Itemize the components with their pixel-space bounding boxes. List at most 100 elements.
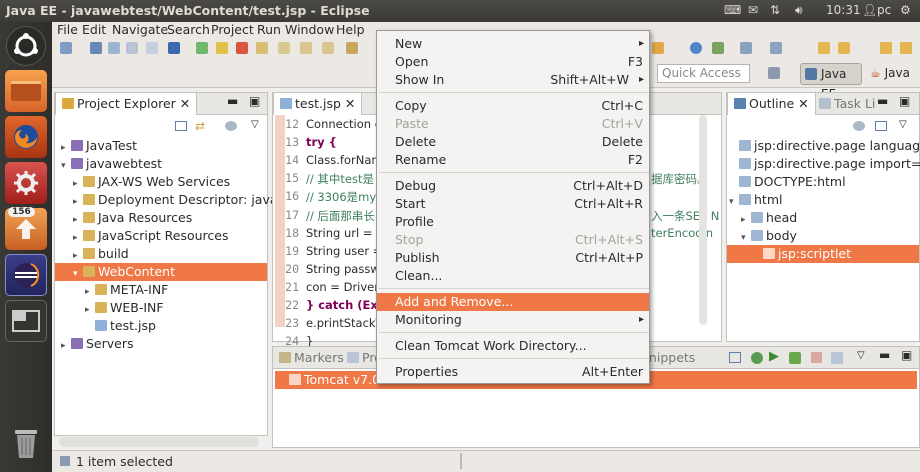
close-icon[interactable]: ✕ <box>798 96 808 111</box>
menu-file[interactable]: File <box>57 22 78 38</box>
profile-server-icon[interactable] <box>789 352 801 364</box>
menu-item-profile[interactable]: Profile <box>377 213 649 231</box>
back-icon[interactable] <box>818 42 830 54</box>
keyboard-icon[interactable]: ⌨ <box>724 3 741 17</box>
step-return-icon[interactable] <box>322 42 334 54</box>
menu-item-clean[interactable]: Clean... <box>377 267 649 285</box>
outline-filter-icon[interactable] <box>853 121 865 131</box>
eclipse-icon[interactable] <box>5 254 47 296</box>
tree-item[interactable]: ▸ Java Resources <box>55 209 267 227</box>
view-menu-icon[interactable]: ▽ <box>857 350 865 361</box>
new-icon[interactable] <box>60 42 72 54</box>
menu-edit[interactable]: Edit <box>82 22 106 38</box>
disconnect-icon[interactable] <box>256 42 268 54</box>
annotation-icon[interactable] <box>770 42 782 54</box>
open-type-icon[interactable] <box>712 42 724 54</box>
horizontal-scrollbar[interactable] <box>59 437 259 447</box>
tree-item[interactable]: ▸ Deployment Descriptor: javawebt <box>55 191 308 209</box>
step-into-icon[interactable] <box>278 42 290 54</box>
outline-item[interactable]: DOCTYPE:html <box>727 173 919 191</box>
workspace-switcher-icon[interactable] <box>5 300 47 342</box>
dash-home-icon[interactable] <box>6 26 46 66</box>
forward-icon[interactable] <box>880 42 892 54</box>
clock[interactable]: 10:31 <box>826 3 861 17</box>
view-menu-icon[interactable]: ▽ <box>899 119 907 130</box>
menu-project[interactable]: Project <box>211 22 254 38</box>
outline-item[interactable]: jsp:directive.page import=java <box>727 155 920 173</box>
link-with-editor-icon[interactable]: ⇄ <box>195 119 205 133</box>
outline-collapse-icon[interactable] <box>875 121 887 131</box>
menu-item-copy[interactable]: Copy Ctrl+C <box>377 97 649 115</box>
tree-item[interactable]: ▸ build <box>55 245 267 263</box>
tab-project-explorer[interactable]: Project Explorer ✕ <box>55 93 198 115</box>
menu-item-monitoring[interactable]: Monitoring ▸ <box>377 311 649 329</box>
menu-item-rename[interactable]: Rename F2 <box>377 151 649 169</box>
skip-breakpoints-icon[interactable] <box>168 42 180 54</box>
perspective-javaee-button[interactable]: Java EE <box>800 63 862 101</box>
tree-item[interactable]: ▸ JavaTest <box>55 137 267 155</box>
menu-item-show-in[interactable]: Show In Shift+Alt+W ▸ <box>377 71 649 89</box>
vertical-scrollbar[interactable] <box>699 115 707 325</box>
perspective-java-button[interactable]: ☕︎ Java <box>866 63 920 85</box>
search-icon[interactable] <box>652 42 664 54</box>
maximize-icon[interactable]: ▣ <box>901 348 912 362</box>
stop-server-icon[interactable] <box>811 352 822 363</box>
tab-outline[interactable]: Outline ✕ <box>727 93 816 115</box>
publish-icon[interactable] <box>831 352 843 364</box>
quick-access-input[interactable]: Quick Access <box>657 64 750 83</box>
last-edit-icon[interactable] <box>740 42 752 54</box>
menu-help[interactable]: Help <box>336 22 365 38</box>
mail-icon[interactable]: ✉ <box>748 3 758 17</box>
software-updater-icon[interactable]: 156 <box>5 207 47 250</box>
maximize-icon[interactable]: ▣ <box>249 94 260 108</box>
outline-item[interactable]: ▾ body <box>727 227 919 245</box>
menu-navigate[interactable]: Navigate <box>112 22 168 38</box>
resume-icon[interactable] <box>196 42 208 54</box>
tree-item[interactable]: ▾ javawebtest <box>55 155 267 173</box>
tree-item[interactable]: test.jsp <box>55 317 267 335</box>
menu-item-debug[interactable]: Debug Ctrl+Alt+D <box>377 177 649 195</box>
tab-task-list[interactable]: Task Li <box>813 93 881 115</box>
close-icon[interactable]: ✕ <box>345 96 355 111</box>
outline-item[interactable]: jsp:scriptlet <box>727 245 919 263</box>
menu-item-publish[interactable]: Publish Ctrl+Alt+P <box>377 249 649 267</box>
firefox-icon[interactable] <box>5 116 47 158</box>
user-icon[interactable]: 👤︎ <box>862 3 877 17</box>
menu-window[interactable]: Window <box>285 22 334 38</box>
tab-markers[interactable]: Markers <box>273 347 350 369</box>
view-filter-icon[interactable] <box>225 121 237 131</box>
minimize-icon[interactable]: ▬ <box>227 94 238 108</box>
tree-item[interactable]: ▸ META-INF <box>55 281 267 299</box>
menu-item-open[interactable]: Open F3 <box>377 53 649 71</box>
maximize-icon[interactable]: ▣ <box>899 94 910 108</box>
tree-item[interactable]: ▸ JavaScript Resources <box>55 227 267 245</box>
step-over-icon[interactable] <box>300 42 312 54</box>
network-icon[interactable]: ⇅ <box>770 3 780 17</box>
terminate-icon[interactable] <box>236 42 248 54</box>
menu-item-delete[interactable]: Delete Delete <box>377 133 649 151</box>
volume-icon[interactable]: 🔊︎ <box>795 3 803 18</box>
menu-item-start[interactable]: Start Ctrl+Alt+R <box>377 195 649 213</box>
menu-item-new[interactable]: New ▸ <box>377 35 649 53</box>
menu-item-properties[interactable]: Properties Alt+Enter <box>377 363 649 381</box>
gear-icon[interactable]: ⚙ <box>900 3 911 17</box>
save-all-icon[interactable] <box>108 42 120 54</box>
outline-item[interactable]: jsp:directive.page language=ja <box>727 137 920 155</box>
minimize-icon[interactable]: ▬ <box>877 94 888 108</box>
menu-search[interactable]: Search <box>167 22 210 38</box>
expand-arrow-icon[interactable]: ▸ <box>61 337 71 355</box>
view-menu-icon[interactable]: ▽ <box>251 119 259 130</box>
menu-item-add-and-remove[interactable]: Add and Remove... <box>377 293 649 311</box>
suspend-icon[interactable] <box>216 42 228 54</box>
minimize-icon[interactable]: ▬ <box>879 348 890 362</box>
collapse-all-icon[interactable] <box>175 121 187 131</box>
outline-item[interactable]: ▸ head <box>727 209 919 227</box>
start-server-icon[interactable]: ▶ <box>769 349 779 364</box>
collapse-all-icon[interactable] <box>729 352 741 363</box>
open-perspective-icon[interactable] <box>768 67 780 79</box>
back-dropdown-icon[interactable] <box>838 42 850 54</box>
print-preview-icon[interactable] <box>146 42 158 54</box>
menu-run[interactable]: Run <box>257 22 281 38</box>
debug-server-icon[interactable] <box>751 352 763 364</box>
tab-test-jsp[interactable]: test.jsp ✕ <box>273 93 363 115</box>
